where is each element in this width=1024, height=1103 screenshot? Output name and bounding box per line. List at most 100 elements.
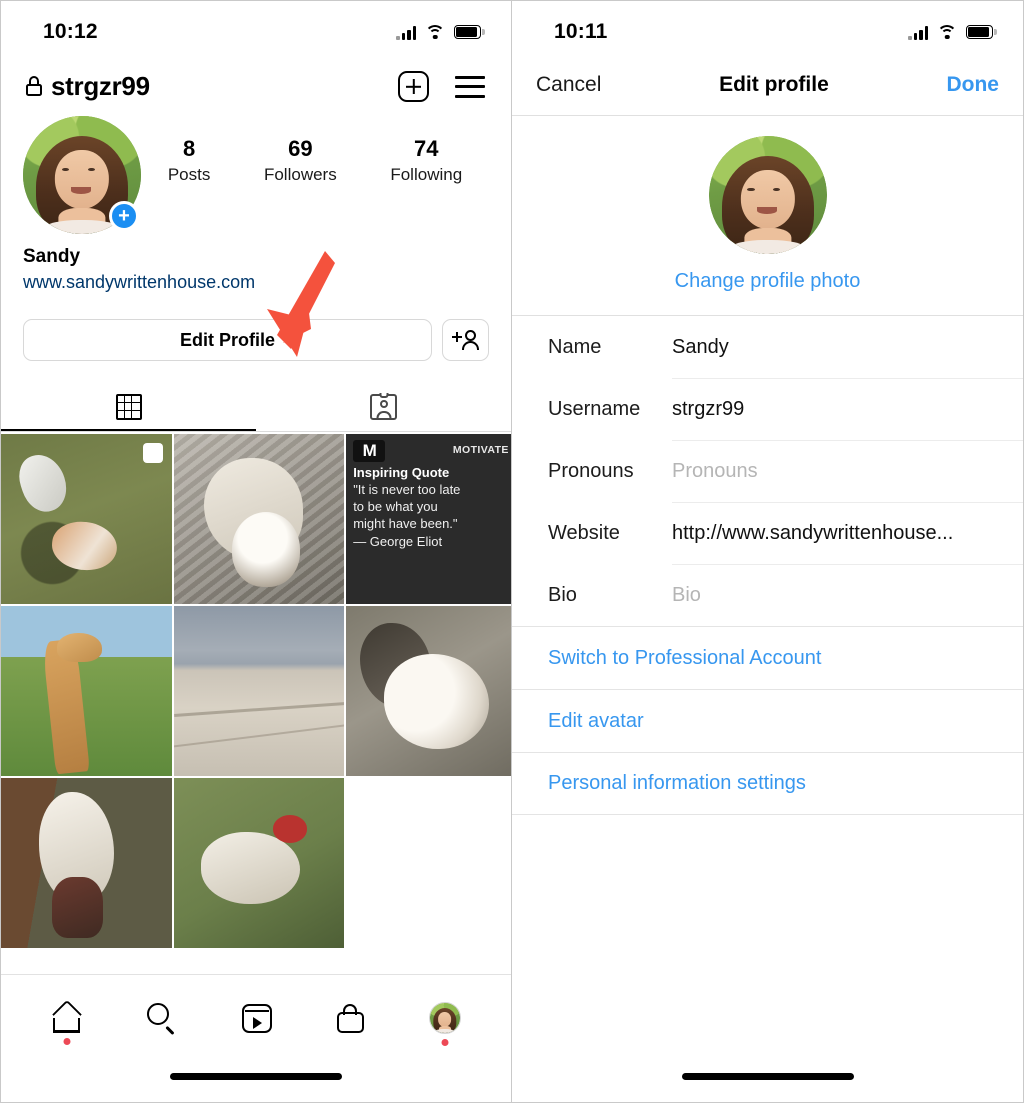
person-add-icon: [452, 330, 479, 350]
status-time: 10:12: [43, 20, 98, 43]
profile-summary: + 8 Posts 69 Followers 74 Following: [1, 116, 511, 234]
post-beach[interactable]: [173, 606, 345, 776]
website-field[interactable]: http://www.sandywrittenhouse...: [672, 502, 1023, 564]
edit-profile-button[interactable]: Edit Profile: [23, 319, 432, 361]
lock-icon: [25, 76, 42, 97]
post-dog-on-blanket[interactable]: [173, 434, 345, 604]
page-title: strgzr99: [51, 71, 150, 101]
post-dog-green-couch[interactable]: [173, 778, 345, 948]
profile-stats: 8 Posts 69 Followers 74 Following: [141, 116, 489, 185]
profile-header: strgzr99: [1, 63, 511, 116]
done-button[interactable]: Done: [946, 73, 999, 97]
stat-value: 8: [182, 136, 196, 161]
notification-dot: [441, 1039, 449, 1046]
field-value: http://www.sandywrittenhouse...: [672, 522, 954, 544]
profile-avatar-image[interactable]: [708, 136, 827, 254]
tab-search[interactable]: [147, 1003, 177, 1036]
avatar[interactable]: +: [23, 116, 141, 234]
profile-photo-section: Change profile photo: [512, 116, 1023, 316]
grid-tab[interactable]: [1, 385, 256, 431]
motivate-logo-icon: M: [353, 440, 386, 462]
field-label: Website: [548, 521, 620, 544]
stat-posts[interactable]: 8 Posts: [168, 136, 211, 185]
tab-reels[interactable]: [241, 1003, 272, 1033]
settings-links: Switch to Professional Account Edit avat…: [512, 626, 1023, 815]
profile-bio-block: Sandy www.sandywrittenhouse.com: [1, 234, 511, 293]
display-name: Sandy: [23, 246, 81, 267]
name-field[interactable]: Sandy: [672, 316, 1023, 378]
username-field[interactable]: strgzr99: [672, 378, 1023, 440]
personal-information-settings-link[interactable]: Personal information settings: [512, 752, 1023, 815]
status-bar-left: 10:12: [1, 1, 511, 63]
quote-title: Inspiring Quote: [353, 465, 450, 480]
pronouns-field[interactable]: Pronouns: [672, 440, 1023, 502]
post-thumbnail: [1, 778, 172, 948]
quote-line-1: "It is never too late: [353, 481, 461, 497]
stat-label: Followers: [263, 165, 337, 184]
website-field-row: Website http://www.sandywrittenhouse...: [548, 502, 1023, 564]
quote-author: — George Eliot: [353, 533, 443, 549]
field-placeholder: Bio: [672, 584, 701, 606]
post-inspiring-quote[interactable]: M MOTIVATE Inspiring Quote "It is never …: [346, 434, 511, 604]
stat-following[interactable]: 74 Following: [390, 136, 462, 185]
status-indicators: [908, 24, 997, 40]
edit-avatar-link[interactable]: Edit avatar: [512, 689, 1023, 752]
tab-home[interactable]: [51, 999, 82, 1045]
switch-to-professional-account-link[interactable]: Switch to Professional Account: [512, 626, 1023, 689]
post-dog-on-couch[interactable]: [1, 778, 172, 948]
tagged-photos-icon: [370, 393, 397, 420]
wifi-icon: [937, 24, 957, 40]
posts-grid: M MOTIVATE Inspiring Quote "It is never …: [1, 434, 511, 948]
multi-photo-icon: [142, 438, 168, 463]
plus-square-icon[interactable]: [398, 71, 429, 102]
instagram-profile-screen: 10:12 strgzr99 + 8 Posts 69 Followers 74…: [0, 0, 512, 1103]
cancel-button[interactable]: Cancel: [536, 73, 601, 97]
post-thumbnail: [1, 606, 172, 776]
motivate-brand-word: MOTIVATE: [452, 444, 509, 456]
wifi-icon: [425, 24, 445, 40]
screen-title: Edit profile: [719, 73, 829, 96]
cellular-signal-icon: [396, 25, 416, 40]
field-label: Username: [548, 397, 641, 420]
status-bar-right: 10:11: [512, 1, 1023, 63]
bio-field[interactable]: Bio: [672, 564, 1023, 626]
notification-dot: [63, 1037, 71, 1045]
post-dogs-on-grass[interactable]: [1, 434, 172, 604]
post-thumbnail: M MOTIVATE Inspiring Quote "It is never …: [346, 434, 511, 604]
post-thumbnail: [173, 606, 345, 776]
grid-icon: [115, 394, 142, 420]
profile-website-link[interactable]: www.sandywrittenhouse.com: [23, 272, 489, 293]
username-area[interactable]: strgzr99: [25, 71, 150, 102]
post-dog-on-rock[interactable]: [346, 606, 511, 776]
pronouns-field-row: Pronouns Pronouns: [548, 440, 1023, 502]
home-indicator[interactable]: [681, 1073, 854, 1080]
field-label: Name: [548, 335, 602, 358]
stat-value: 74: [414, 136, 439, 161]
bio-field-row: Bio Bio: [548, 564, 1023, 626]
home-indicator[interactable]: [170, 1073, 342, 1080]
stat-followers[interactable]: 69 Followers: [264, 136, 337, 185]
field-value: Sandy: [672, 335, 729, 358]
tab-profile[interactable]: [428, 1002, 461, 1046]
username-field-row: Username strgzr99: [548, 378, 1023, 440]
screenshot-root: 10:12 strgzr99 + 8 Posts 69 Followers 74…: [0, 0, 1024, 1103]
add-friend-button[interactable]: [442, 319, 489, 361]
change-profile-photo-button[interactable]: Change profile photo: [675, 270, 861, 293]
avatar-icon: [428, 1002, 461, 1034]
quote-line-2: to be what you: [353, 498, 438, 514]
status-time: 10:11: [554, 20, 608, 43]
post-giraffe[interactable]: [1, 606, 172, 776]
field-placeholder: Pronouns: [672, 460, 758, 482]
post-thumbnail: [173, 778, 345, 948]
add-story-badge[interactable]: +: [109, 201, 139, 231]
battery-icon: [966, 25, 997, 39]
tab-shop[interactable]: [336, 1003, 364, 1033]
status-indicators: [396, 24, 485, 40]
post-thumbnail: [346, 606, 511, 776]
hamburger-menu-icon[interactable]: [455, 75, 485, 98]
post-thumbnail: [173, 434, 345, 604]
field-label: Pronouns: [548, 459, 634, 482]
tagged-tab[interactable]: [256, 385, 511, 431]
link-label: Edit avatar: [548, 709, 644, 732]
edit-profile-nav-bar: Cancel Edit profile Done: [512, 63, 1023, 116]
